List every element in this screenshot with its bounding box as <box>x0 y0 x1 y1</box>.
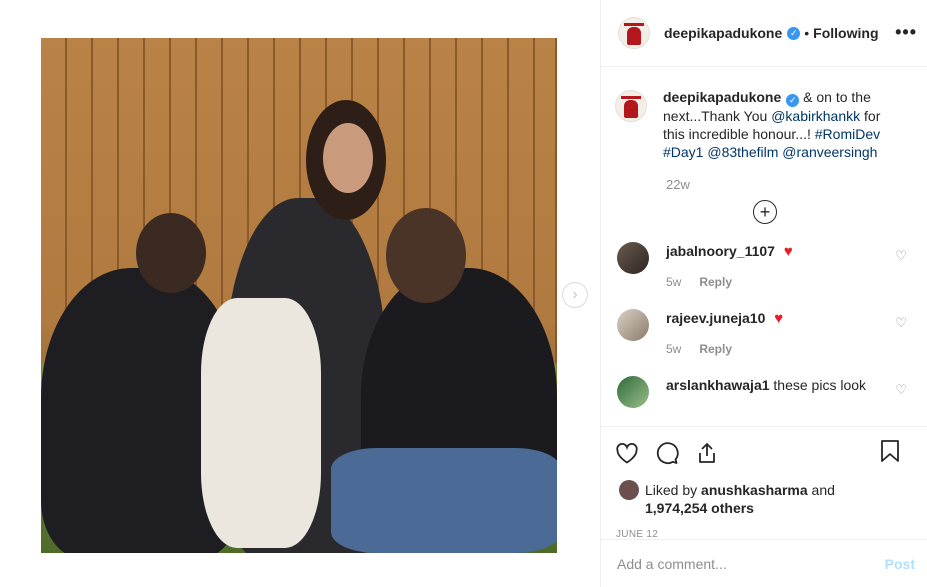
avatar-poster-band <box>621 96 641 99</box>
comment-age[interactable]: 5w <box>666 342 681 356</box>
chevron-right-icon: › <box>572 286 578 303</box>
person-center-trousers <box>201 298 321 548</box>
person-center-face <box>323 123 373 193</box>
red-heart-emoji-icon: ♥ <box>774 310 784 327</box>
comment-username[interactable]: jabalnoory_1107 <box>666 243 775 259</box>
comment-body: arslankhawaja1 these pics look <box>666 376 911 394</box>
comment-body: jabalnoory_1107 ♥ <box>666 242 911 261</box>
comment-age[interactable]: 5w <box>666 275 681 289</box>
comment-avatar[interactable] <box>617 309 649 341</box>
likes-summary: Liked by anushkasharma and 1,974,254 oth… <box>601 469 927 517</box>
heart-outline-icon[interactable] <box>615 442 639 468</box>
post-date[interactable]: JUNE 12 <box>601 517 927 540</box>
bookmark-icon[interactable] <box>879 439 901 467</box>
post-button[interactable]: Post <box>885 556 915 572</box>
reply-button[interactable]: Reply <box>699 342 732 356</box>
caption-author-avatar[interactable] <box>615 90 647 122</box>
load-more-comments-button[interactable]: + <box>753 200 777 224</box>
plus-circle-icon: + <box>759 202 771 222</box>
person-right-jeans <box>331 448 557 553</box>
caption-timestamp[interactable]: 22w <box>666 177 927 192</box>
verified-badge-icon: ✓ <box>787 26 801 40</box>
liker-avatar[interactable] <box>619 480 639 500</box>
mention-link[interactable]: @ranveersingh <box>782 144 877 160</box>
author-username[interactable]: deepikapadukone <box>664 25 782 41</box>
person-right-head <box>386 208 466 303</box>
comment-text: these pics look <box>773 377 867 393</box>
avatar-poster-figure <box>627 27 641 45</box>
comment-meta: 5w Reply <box>666 275 911 289</box>
comment-body: rajeev.juneja10 ♥ <box>666 309 911 328</box>
avatar-poster-band <box>624 23 644 26</box>
liker-username[interactable]: anushkasharma <box>701 482 808 498</box>
hashtag-link[interactable]: #Day1 <box>663 144 703 160</box>
next-arrow-button[interactable]: › <box>562 282 588 308</box>
likes-text: Liked by anushkasharma and 1,974,254 oth… <box>645 481 835 517</box>
caption-text: deepikapadukone ✓ & on to the next...Than… <box>663 88 903 161</box>
hashtag-link[interactable]: #RomiDev <box>815 126 880 142</box>
post-side-panel: deepikapadukone ✓ • Following ••• deepik… <box>600 0 927 587</box>
comment-like-heart-icon[interactable]: ♡ <box>895 315 907 331</box>
comment-username[interactable]: rajeev.juneja10 <box>666 310 765 326</box>
comment-icon[interactable] <box>655 441 679 469</box>
add-comment-bar: Post <box>601 539 927 587</box>
media-pane: › <box>0 0 600 587</box>
post-header: deepikapadukone ✓ • Following ••• <box>601 0 927 67</box>
comment-like-heart-icon[interactable]: ♡ <box>895 248 907 264</box>
comment-input[interactable] <box>617 555 885 572</box>
comment-item: arslankhawaja1 these pics look ♡ <box>601 376 927 408</box>
liked-by-prefix: Liked by <box>645 482 702 498</box>
separator-dot: • <box>804 25 810 41</box>
comment-avatar[interactable] <box>617 242 649 274</box>
red-heart-emoji-icon: ♥ <box>783 243 793 260</box>
following-button[interactable]: Following <box>813 25 878 41</box>
others-count-link[interactable]: 1,974,254 others <box>645 500 754 516</box>
comment-item: rajeev.juneja10 ♥ 5w Reply ♡ <box>601 309 927 356</box>
share-icon[interactable] <box>695 441 719 469</box>
mention-link[interactable]: @kabirkhankk <box>771 108 860 124</box>
verified-badge-icon: ✓ <box>786 94 800 107</box>
person-left-head <box>136 213 206 293</box>
post-actions: Liked by anushkasharma and 1,974,254 oth… <box>601 426 927 540</box>
action-icons-row <box>601 427 927 469</box>
comment-like-heart-icon[interactable]: ♡ <box>895 382 907 398</box>
mention-link[interactable]: @83thefilm <box>707 144 778 160</box>
post-photo[interactable] <box>41 38 557 553</box>
comment-avatar[interactable] <box>617 376 649 408</box>
comment-meta: 5w Reply <box>666 342 911 356</box>
comment-item: jabalnoory_1107 ♥ 5w Reply ♡ <box>601 242 927 289</box>
comment-username[interactable]: arslankhawaja1 <box>666 377 770 393</box>
caption-username[interactable]: deepikapadukone <box>663 89 781 105</box>
liked-by-and: and <box>807 482 835 498</box>
author-avatar[interactable] <box>618 17 650 49</box>
comments-scroll-area[interactable]: deepikapadukone ✓ & on to the next...Than… <box>601 68 927 426</box>
caption: deepikapadukone ✓ & on to the next...Than… <box>601 68 927 161</box>
avatar-poster-figure <box>624 100 638 118</box>
reply-button[interactable]: Reply <box>699 275 732 289</box>
more-options-icon[interactable]: ••• <box>895 22 917 43</box>
